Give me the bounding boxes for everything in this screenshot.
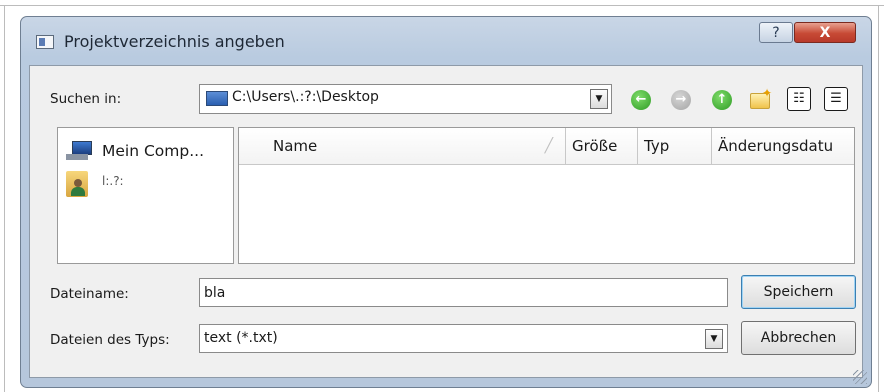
sidebar-item-label: Mein Comp... xyxy=(102,142,204,160)
file-list[interactable]: Name ╱ Größe Typ Änderungsdatu xyxy=(238,127,855,264)
filetype-combo[interactable]: text (*.txt) ▼ xyxy=(199,324,728,353)
dialog-body: Suchen in: C:\Users\.:?:\Desktop ▼ ← → ↑… xyxy=(29,65,863,378)
column-header-size[interactable]: Größe xyxy=(566,128,638,165)
help-button[interactable]: ? xyxy=(759,22,793,43)
background-line-left xyxy=(4,5,5,392)
cancel-button[interactable]: Abbrechen xyxy=(741,321,856,355)
filename-input[interactable] xyxy=(200,279,727,306)
filename-label: Dateiname: xyxy=(50,286,129,302)
look-in-combo[interactable]: C:\Users\.:?:\Desktop ▼ xyxy=(199,84,612,114)
sort-indicator-icon: ╱ xyxy=(544,138,553,154)
sidebar-item-user[interactable]: l:.?: xyxy=(66,169,226,197)
title-bar[interactable]: Projektverzeichnis angeben ? X xyxy=(21,17,871,65)
sidebar-item-label: l:.?: xyxy=(102,174,124,188)
list-view-icon[interactable]: ☷ xyxy=(787,87,811,111)
filename-field[interactable] xyxy=(199,278,728,307)
places-sidebar: Mein Comp... l:.?: xyxy=(57,127,234,264)
filetype-value: text (*.txt) xyxy=(204,330,278,346)
look-in-path: C:\Users\.:?:\Desktop xyxy=(232,89,379,105)
dialog-title: Projektverzeichnis angeben xyxy=(64,32,285,51)
filetype-label: Dateien des Typs: xyxy=(50,332,170,348)
user-folder-icon xyxy=(66,171,92,197)
window-icon xyxy=(36,35,54,49)
background-line-right xyxy=(878,5,879,392)
look-in-dropdown-arrow-icon[interactable]: ▼ xyxy=(590,89,608,109)
up-folder-icon[interactable]: ↑ xyxy=(712,90,732,110)
look-in-label: Suchen in: xyxy=(50,91,122,107)
computer-icon xyxy=(66,140,92,162)
column-header-label: Name xyxy=(273,137,318,155)
save-dialog: Projektverzeichnis angeben ? X Suchen in… xyxy=(20,16,872,388)
column-header-label: Änderungsdatu xyxy=(718,137,834,155)
background-line-top xyxy=(0,5,884,6)
detail-view-icon[interactable]: ☰ xyxy=(824,87,848,111)
column-header-label: Typ xyxy=(644,137,670,155)
new-folder-star: ✦ xyxy=(762,86,773,100)
resize-grip-icon[interactable] xyxy=(853,370,867,384)
close-button[interactable]: X xyxy=(794,22,856,43)
column-header-label: Größe xyxy=(572,137,618,155)
drive-icon xyxy=(206,91,228,106)
column-header-date[interactable]: Änderungsdatu xyxy=(712,128,854,165)
back-icon[interactable]: ← xyxy=(631,90,651,110)
column-header-name[interactable]: Name ╱ xyxy=(239,128,566,165)
column-header-type[interactable]: Typ xyxy=(638,128,712,165)
save-button[interactable]: Speichern xyxy=(741,275,856,309)
sidebar-item-computer[interactable]: Mein Comp... xyxy=(66,138,226,166)
new-folder-icon[interactable]: ✦ xyxy=(750,86,773,110)
filetype-dropdown-arrow-icon[interactable]: ▼ xyxy=(705,329,723,349)
forward-icon[interactable]: → xyxy=(671,90,691,110)
